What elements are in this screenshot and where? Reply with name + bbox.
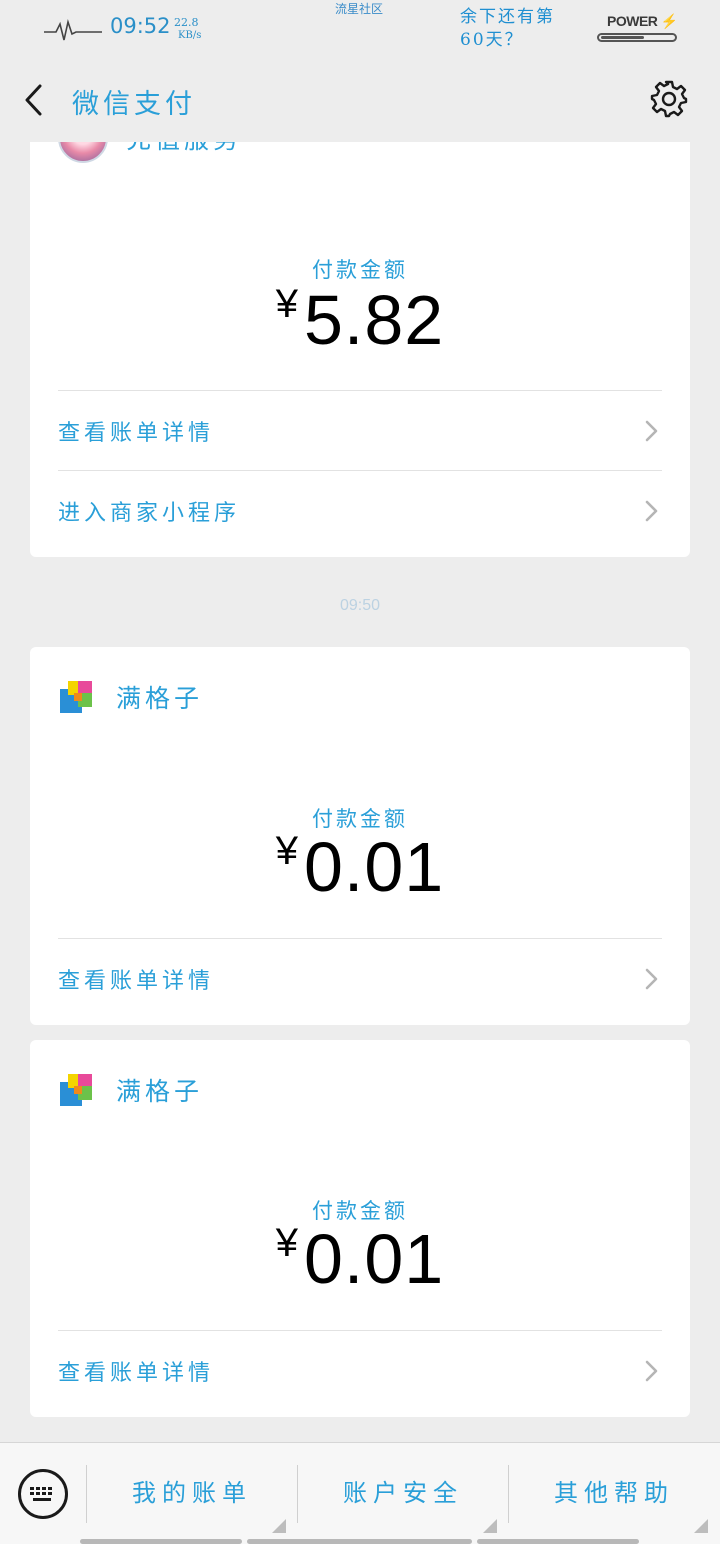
scroll-indicator xyxy=(80,1539,242,1544)
menu-divider xyxy=(297,1465,298,1523)
merchant-logo-icon xyxy=(60,1074,92,1106)
payment-card: 满格子 付款金额 ¥0.01 查看账单详情 xyxy=(30,647,690,1025)
time-separator: 09:50 xyxy=(339,597,381,614)
bottom-menu-bar: 我的账单 账户安全 其他帮助 xyxy=(0,1442,720,1544)
open-mini-program-row[interactable]: 进入商家小程序 xyxy=(58,471,662,551)
carrier-label: 流星社区 xyxy=(335,2,384,16)
menu-my-bills[interactable]: 我的账单 xyxy=(92,1473,292,1517)
merchant-name: 满格子 xyxy=(116,684,204,713)
status-time: 09:52 xyxy=(110,14,171,38)
view-bill-details-row[interactable]: 查看账单详情 xyxy=(58,1331,662,1411)
menu-divider xyxy=(508,1465,509,1523)
battery-fill xyxy=(601,36,644,39)
bolt-icon: ⚡ xyxy=(660,13,678,29)
nav-bar: 微信支付 xyxy=(0,64,720,142)
currency-symbol: ¥ xyxy=(275,829,298,873)
battery-icon xyxy=(597,33,677,42)
amount-value: ¥5.82 xyxy=(30,280,690,360)
pulse-icon xyxy=(44,19,102,41)
currency-symbol: ¥ xyxy=(275,282,298,326)
submenu-indicator-icon xyxy=(483,1519,497,1533)
menu-account-security[interactable]: 账户安全 xyxy=(303,1473,503,1517)
amount-number: 0.01 xyxy=(304,828,445,906)
payment-card: 充值服务 付款金额 ¥5.82 查看账单详情 进入商家小程序 xyxy=(30,142,690,557)
merchant-name: 充值服务 xyxy=(126,142,242,156)
payment-card: 满格子 付款金额 ¥0.01 查看账单详情 xyxy=(30,1040,690,1417)
currency-symbol: ¥ xyxy=(275,1221,298,1265)
submenu-indicator-icon xyxy=(694,1519,708,1533)
chevron-right-icon xyxy=(645,968,658,990)
scroll-indicator xyxy=(247,1539,472,1544)
power-label: POWER ⚡ xyxy=(607,13,678,30)
back-button[interactable] xyxy=(18,80,58,120)
status-note-line1: 余下还有第 xyxy=(460,7,555,27)
view-bill-details-row[interactable]: 查看账单详情 xyxy=(58,939,662,1019)
gear-icon xyxy=(650,80,688,118)
merchant-header: 满格子 xyxy=(58,1066,203,1114)
status-note: 余下还有第 60天？ xyxy=(460,6,555,52)
chevron-left-icon xyxy=(25,84,42,116)
amount-number: 0.01 xyxy=(304,1220,445,1298)
keyboard-toggle-button[interactable] xyxy=(18,1469,68,1519)
row-label: 查看账单详情 xyxy=(58,421,215,446)
merchant-avatar xyxy=(58,142,108,163)
menu-other-help[interactable]: 其他帮助 xyxy=(514,1473,714,1517)
network-speed-unit: KB/s xyxy=(178,30,202,41)
amount-value: ¥0.01 xyxy=(30,827,690,907)
network-speed-value: 22.8 xyxy=(174,16,199,29)
amount-number: 5.82 xyxy=(304,281,445,359)
keyboard-icon xyxy=(30,1487,52,1501)
row-label: 进入商家小程序 xyxy=(58,501,241,526)
settings-button[interactable] xyxy=(648,78,690,120)
merchant-name: 满格子 xyxy=(116,1077,204,1106)
message-list[interactable]: 充值服务 付款金额 ¥5.82 查看账单详情 进入商家小程序 09:50 xyxy=(0,142,720,1442)
page-title: 微信支付 xyxy=(72,89,196,120)
merchant-header: 满格子 xyxy=(58,673,203,721)
menu-divider xyxy=(86,1465,87,1523)
merchant-logo-icon xyxy=(60,681,92,713)
power-label-text: POWER xyxy=(607,13,658,29)
row-label: 查看账单详情 xyxy=(58,969,215,994)
row-label: 查看账单详情 xyxy=(58,1361,215,1386)
merchant-header: 充值服务 xyxy=(58,142,242,163)
view-bill-details-row[interactable]: 查看账单详情 xyxy=(58,391,662,471)
wechat-pay-screen: 09:52 22.8 KB/s 流星社区 余下还有第 60天？ POWER ⚡ … xyxy=(0,0,720,1544)
chevron-right-icon xyxy=(645,1360,658,1382)
amount-value: ¥0.01 xyxy=(30,1219,690,1299)
network-speed: 22.8 KB/s xyxy=(174,16,201,42)
status-note-line2: 60天？ xyxy=(460,30,524,50)
scroll-indicator xyxy=(477,1539,639,1544)
chevron-right-icon xyxy=(645,500,658,522)
status-bar: 09:52 22.8 KB/s 流星社区 余下还有第 60天？ POWER ⚡ xyxy=(0,0,720,64)
submenu-indicator-icon xyxy=(272,1519,286,1533)
chevron-right-icon xyxy=(645,420,658,442)
